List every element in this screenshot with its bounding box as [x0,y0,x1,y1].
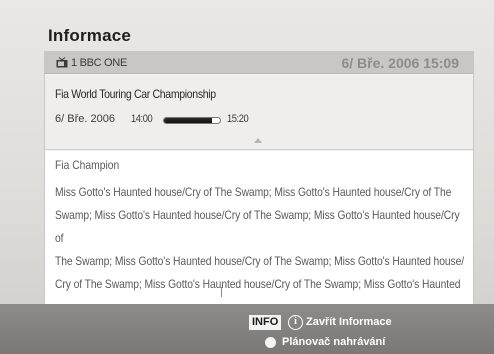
description-area[interactable]: Fia Champion Miss Gotto's Haunted house/… [45,151,473,304]
channel-bar: 1 BBC ONE 6/ Bře. 2006 15:09 [45,52,473,74]
footer-help-bar: INFO i Zavřít Informace Plánovač nahrává… [0,304,494,354]
program-end-time: 15:20 [227,113,249,125]
program-progress-fill [164,118,213,123]
description-heading: Fia Champion [55,158,120,172]
page-title: Informace [48,26,132,45]
program-progress-bar [163,117,221,124]
close-info-label: Zavřít Informace [306,316,392,328]
program-start-time: 14:00 [131,113,153,125]
program-box: Fia World Touring Car Championship 6/ Bř… [45,75,473,150]
channel-name: 1 BBC ONE [71,57,127,69]
tv-icon [56,57,68,68]
description-text: Miss Gotto's Haunted house/Cry of The Sw… [55,185,465,291]
info-screen: Informace 1 BBC ONE 6/ Bře. 2006 15:09 F… [0,0,494,354]
current-datetime: 6/ Bře. 2006 15:09 [341,55,459,71]
program-date: 6/ Bře. 2006 [55,113,115,125]
info-panel: 1 BBC ONE 6/ Bře. 2006 15:09 Fia World T… [44,51,474,304]
info-key-button[interactable]: INFO [249,315,282,330]
program-title: Fia World Touring Car Championship [55,87,216,101]
info-circle-icon: i [288,315,303,330]
scheduler-label: Plánovač nahrávání [282,336,386,348]
scheduler-dot-icon[interactable] [265,337,276,348]
scroll-up-arrow-icon[interactable] [254,138,262,143]
scroll-indicator [221,287,222,297]
